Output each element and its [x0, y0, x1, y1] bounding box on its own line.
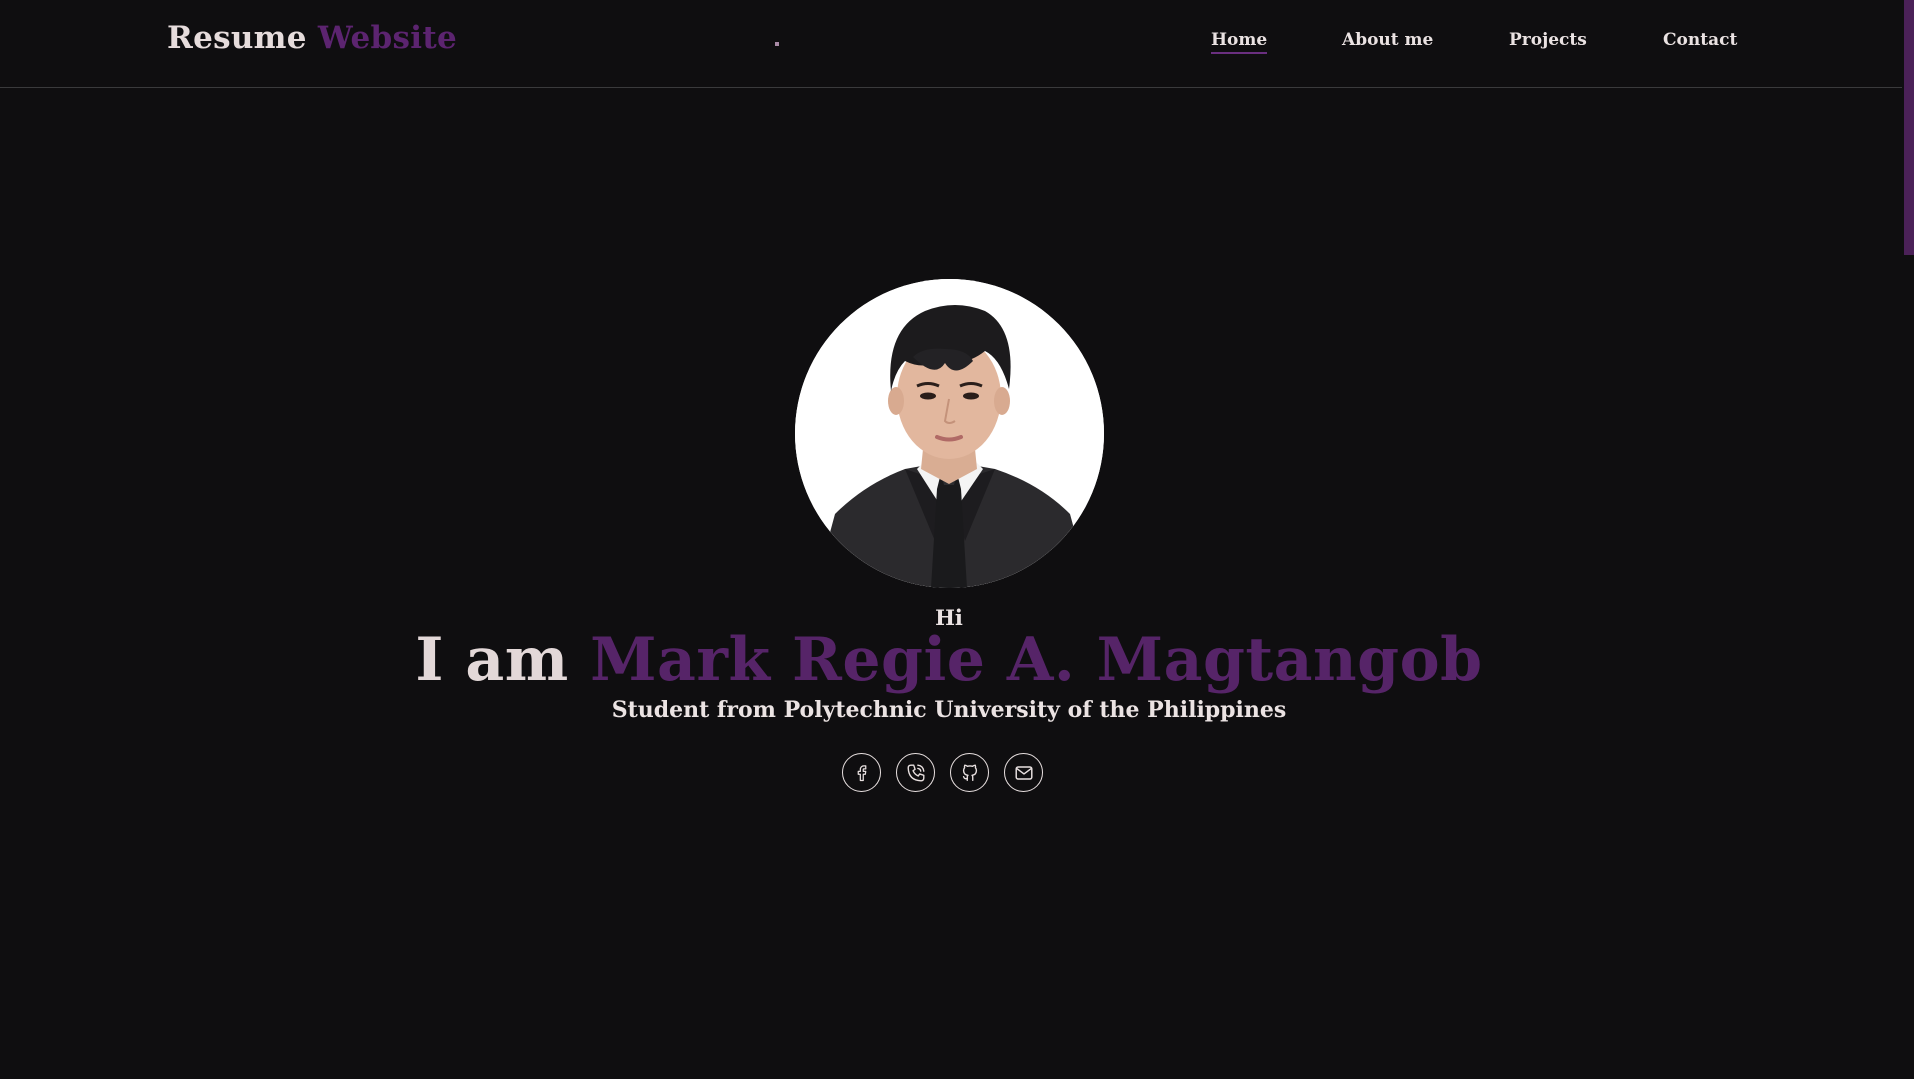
headline-lead: I am [415, 625, 569, 695]
hero-subtitle: Student from Polytechnic University of t… [611, 697, 1287, 723]
phone-link[interactable] [896, 753, 935, 792]
profile-portrait [795, 279, 1104, 588]
logo-word-website: Website [317, 20, 457, 56]
social-links [842, 753, 1057, 793]
main-nav: Home About me Projects Contact [1190, 30, 1740, 60]
phone-icon [907, 764, 924, 781]
page: Resume Website Home About me Projects Co… [0, 0, 1914, 1079]
headline-name: Mark Regie A. Magtangob [590, 625, 1483, 695]
site-logo[interactable]: Resume Website [167, 20, 457, 56]
email-icon [1014, 765, 1033, 780]
github-icon [962, 764, 977, 781]
nav-home[interactable]: Home [1211, 30, 1268, 54]
site-header: Resume Website Home About me Projects Co… [0, 0, 1902, 88]
profile-photo [795, 279, 1104, 588]
email-link[interactable] [1004, 753, 1043, 792]
github-link[interactable] [950, 753, 989, 792]
facebook-icon [857, 764, 866, 781]
page-scrollbar[interactable] [1902, 0, 1914, 1079]
nav-about-me[interactable]: About me [1342, 30, 1433, 50]
logo-word-resume: Resume [167, 20, 307, 56]
facebook-link[interactable] [842, 753, 881, 792]
menu-toggle-icon[interactable] [775, 42, 779, 46]
scrollbar-thumb[interactable] [1904, 0, 1914, 255]
hero-headline: I am Mark Regie A. Magtangob [0, 625, 1898, 695]
nav-projects[interactable]: Projects [1509, 30, 1587, 50]
nav-contact[interactable]: Contact [1663, 30, 1737, 50]
